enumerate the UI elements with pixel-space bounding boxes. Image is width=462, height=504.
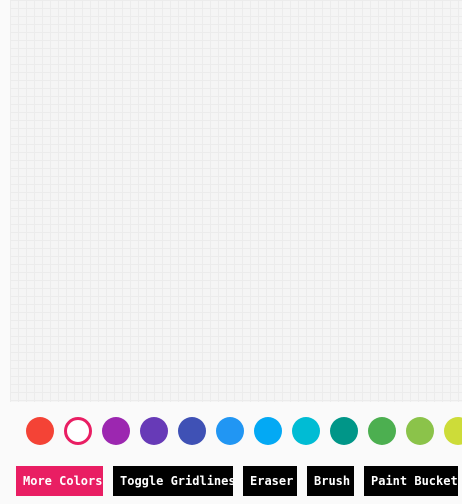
color-swatch-indigo[interactable] [178,417,206,445]
paint-bucket-button[interactable]: Paint Bucket [364,466,458,496]
color-swatch-purple[interactable] [102,417,130,445]
color-swatch-red[interactable] [26,417,54,445]
brush-button[interactable]: Brush [307,466,354,496]
color-swatch-deep-purple[interactable] [140,417,168,445]
color-swatch-teal[interactable] [330,417,358,445]
toolbar: More Colors Toggle Gridlines Eraser Brus… [0,466,462,496]
color-swatch-cyan[interactable] [292,417,320,445]
drawing-canvas[interactable] [10,0,462,402]
color-swatch-light-green[interactable] [406,417,434,445]
more-colors-button[interactable]: More Colors [16,466,103,496]
eraser-button[interactable]: Eraser [243,466,297,496]
color-swatch-blue[interactable] [216,417,244,445]
color-swatch-light-blue[interactable] [254,417,282,445]
toggle-gridlines-button[interactable]: Toggle Gridlines [113,466,236,496]
color-swatch-lime[interactable] [444,417,462,445]
color-swatch-green[interactable] [368,417,396,445]
pixel-art-app: More Colors Toggle Gridlines Eraser Brus… [0,0,462,504]
color-palette [26,417,462,447]
color-swatch-pink[interactable] [64,417,92,445]
